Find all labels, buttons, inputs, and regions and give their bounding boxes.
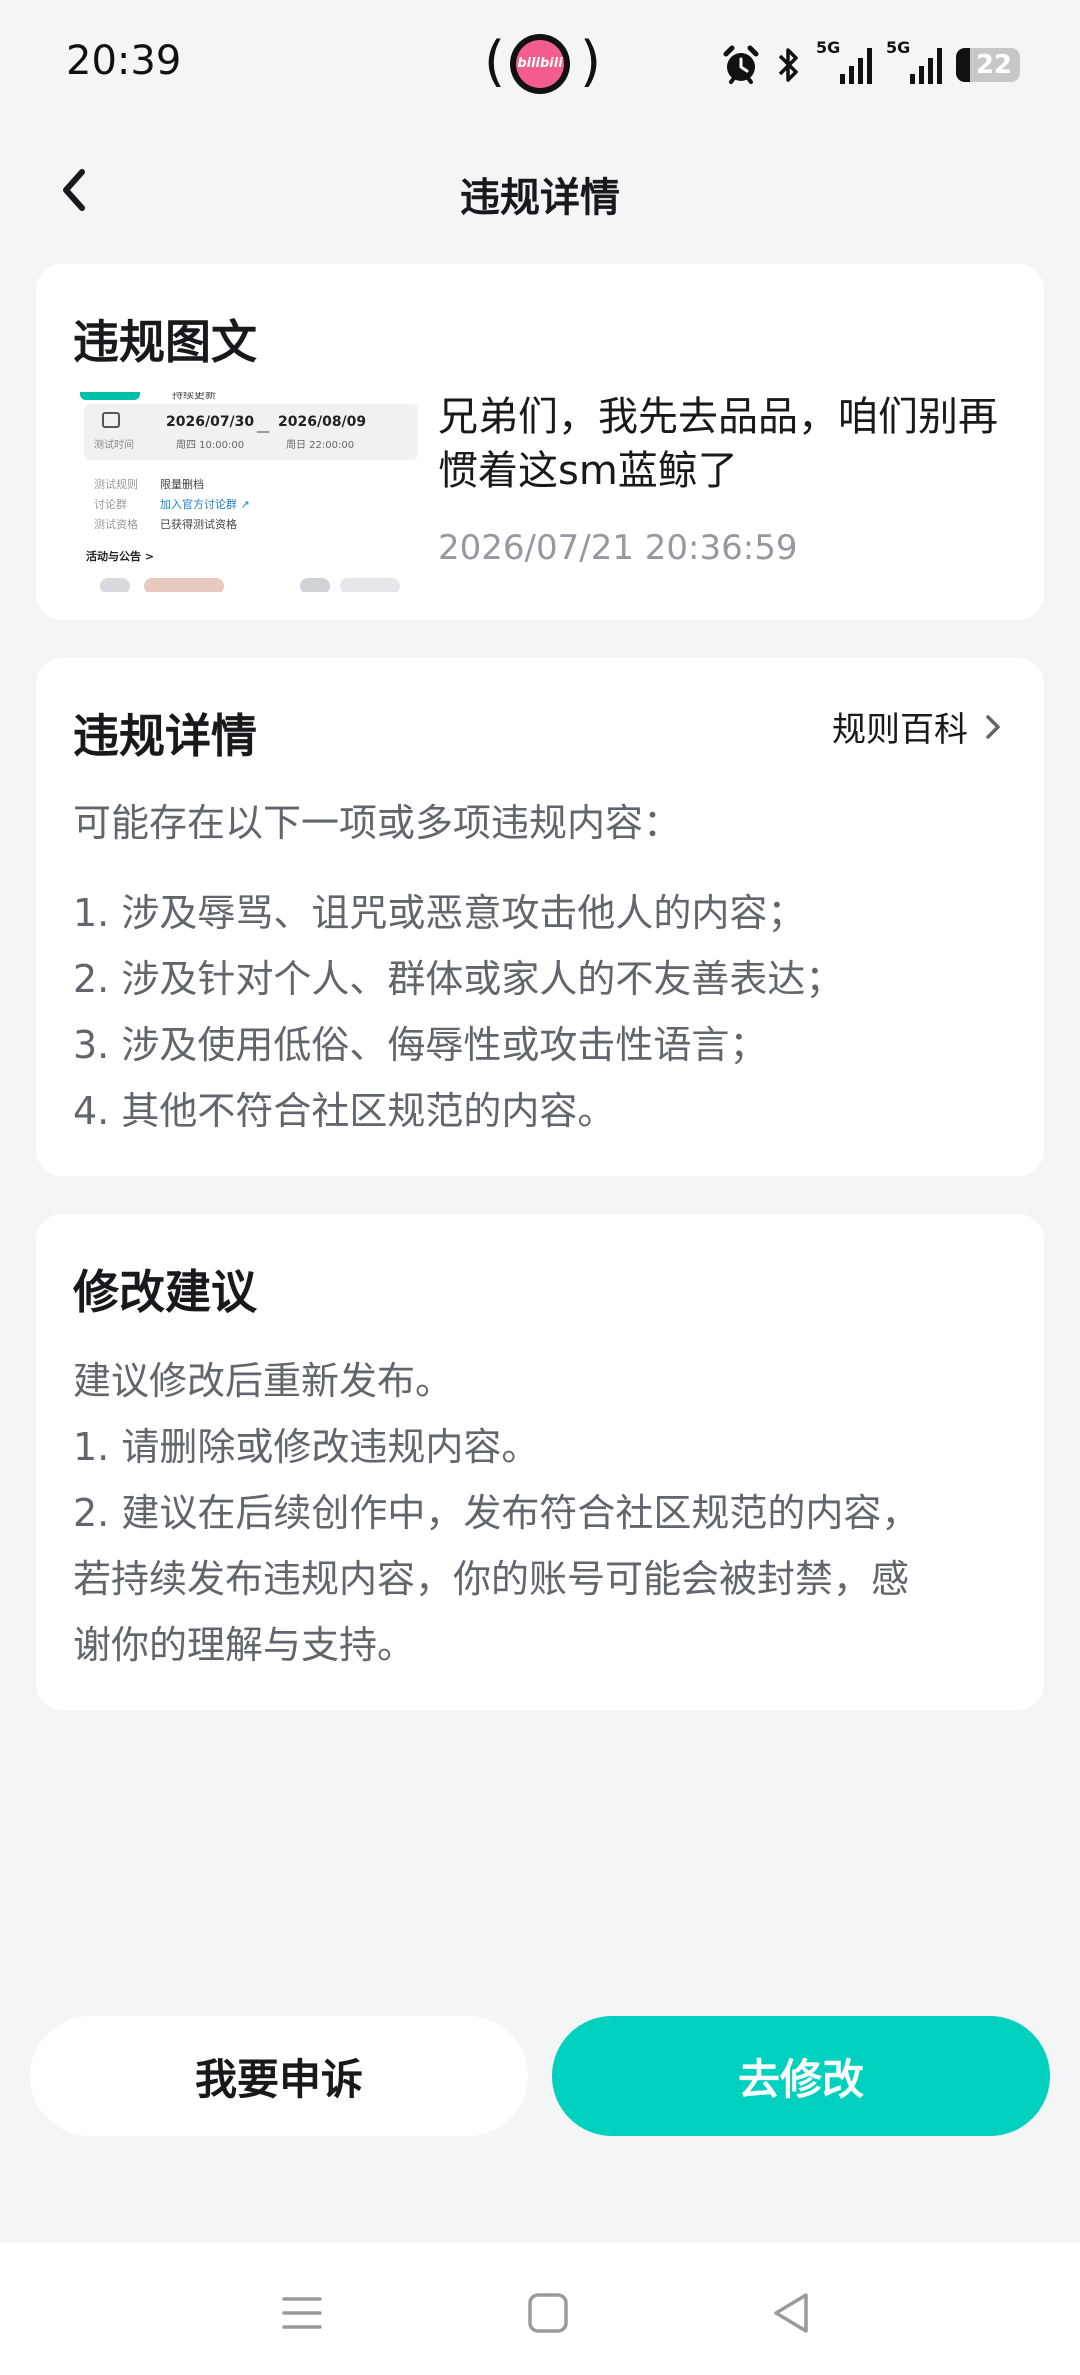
status-time: 20:39 (66, 38, 182, 84)
post-timestamp: 2026/07/21 20:36:59 (438, 528, 798, 568)
back-triangle-icon[interactable] (762, 2283, 822, 2343)
chevron-right-icon (986, 714, 1000, 739)
suggestion-card-title: 修改建议 (73, 1265, 257, 1319)
violation-intro: 可能存在以下一项或多项违规内容： (73, 801, 682, 845)
system-navigation-bar (0, 2243, 1080, 2375)
signal-5g-icon: 5G (816, 38, 872, 88)
edit-button[interactable]: 去修改 (552, 2016, 1050, 2136)
list-item: 3. 涉及使用低俗、侮辱性或攻击性语言； (73, 1023, 768, 1067)
calendar-icon (102, 412, 120, 428)
bilibili-logo: bilibili (516, 40, 564, 88)
suggestion-line: 若持续发布违规内容，你的账号可能会被封禁，感 (73, 1557, 910, 1601)
home-icon[interactable] (518, 2283, 578, 2343)
suggestion-line: 1. 请删除或修改违规内容。 (73, 1425, 540, 1469)
list-item: 2. 涉及针对个人、群体或家人的不友善表达； (73, 957, 844, 1001)
violation-post-card: 违规图文 持续更新 测试时间 2026/07/30 周四 10:00:00 — … (36, 264, 1044, 620)
post-thumbnail[interactable]: 持续更新 测试时间 2026/07/30 周四 10:00:00 — 2026/… (80, 392, 424, 592)
alarm-icon (723, 45, 759, 84)
thumbnail-date-box: 测试时间 2026/07/30 周四 10:00:00 — 2026/08/09… (84, 404, 418, 460)
suggestion-card: 修改建议 建议修改后重新发布。 1. 请删除或修改违规内容。 2. 建议在后续创… (36, 1214, 1044, 1710)
bluetooth-icon (778, 48, 798, 82)
appeal-button[interactable]: 我要申诉 (30, 2016, 528, 2136)
post-text: 兄弟们，我先去品品，咱们别再惯着这sm蓝鲸了 (438, 394, 998, 494)
rules-wiki-link[interactable]: 规则百科 (832, 702, 1004, 751)
suggestion-body: 建议修改后重新发布。 1. 请删除或修改违规内容。 2. 建议在后续创作中，发布… (73, 1348, 1013, 1678)
thumbnail-activity-label: 活动与公告 > (86, 550, 155, 563)
battery-icon: 22 (956, 48, 1020, 82)
battery-level: 22 (975, 50, 1012, 80)
detail-card-title: 违规详情 (73, 709, 257, 763)
suggestion-line: 谢你的理解与支持。 (73, 1623, 416, 1667)
page-title: 违规详情 (460, 175, 620, 221)
violation-list: 1. 涉及辱骂、诅咒或恶意攻击他人的内容； 2. 涉及针对个人、群体或家人的不友… (73, 880, 843, 1144)
list-item: 4. 其他不符合社区规范的内容。 (73, 1089, 616, 1133)
post-card-title: 违规图文 (73, 315, 257, 369)
menu-icon[interactable] (272, 2283, 332, 2343)
system-icons: 5G 5G 22 (720, 38, 1020, 90)
floating-app-pill[interactable]: ( bilibili ) (484, 30, 601, 96)
signal-5g-icon-2: 5G (886, 38, 942, 88)
app-avatar: bilibili (510, 34, 570, 94)
rules-wiki-label: 规则百科 (832, 710, 968, 750)
suggestion-line: 建议修改后重新发布。 (73, 1359, 454, 1403)
status-bar: 20:39 ( bilibili ) 5G 5G 22 (0, 0, 1080, 130)
suggestion-line: 2. 建议在后续创作中，发布符合社区规范的内容， (73, 1491, 920, 1535)
list-item: 1. 涉及辱骂、诅咒或恶意攻击他人的内容； (73, 891, 806, 935)
violation-detail-card: 违规详情 规则百科 可能存在以下一项或多项违规内容： 1. 涉及辱骂、诅咒或恶意… (36, 658, 1044, 1176)
